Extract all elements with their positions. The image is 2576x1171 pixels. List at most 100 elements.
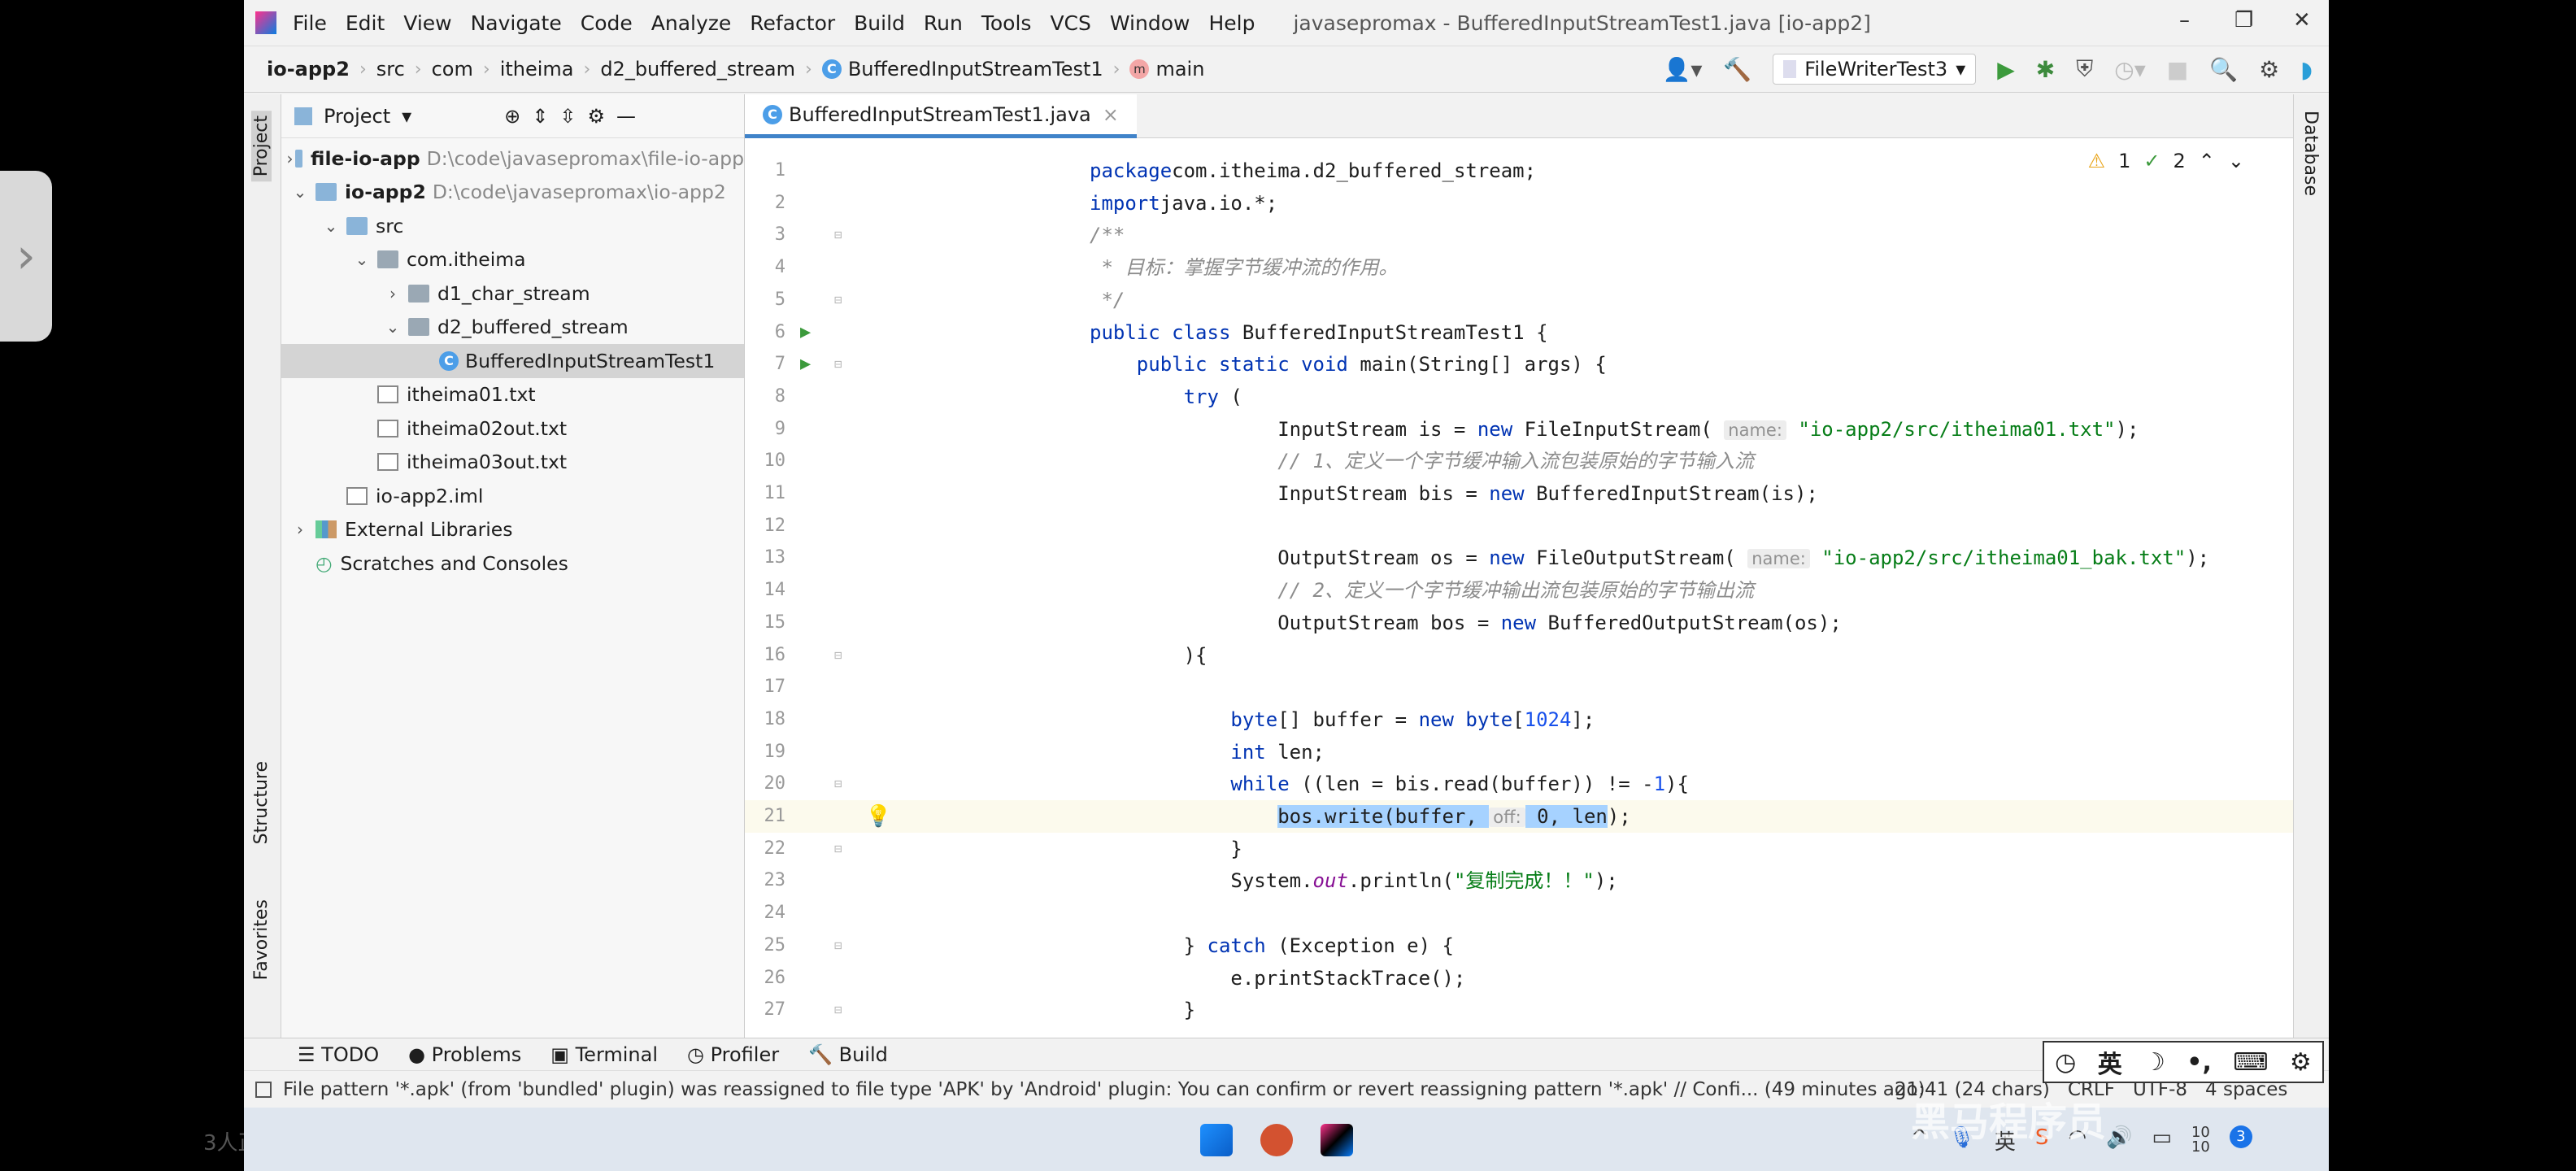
tree-item[interactable]: itheima03out.txt [281,446,744,480]
tree-item[interactable]: itheima02out.txt [281,411,744,446]
menu-help[interactable]: Help [1208,11,1255,35]
tree-item[interactable]: › External Libraries [281,513,744,547]
ime-logo-icon[interactable]: ◷ [2055,1048,2076,1077]
lightbulb-icon[interactable]: 💡 [865,800,891,833]
code-line[interactable]: 8 try ( [745,381,2293,413]
clock[interactable]: 10 10 [2191,1125,2210,1156]
menu-navigate[interactable]: Navigate [471,11,562,35]
breadcrumb-item[interactable]: d2_buffered_stream [600,58,795,81]
tool-problems[interactable]: ● Problems [408,1043,521,1066]
restore-button[interactable]: ❐ [2234,8,2253,33]
profile-icon[interactable]: ◷▾ [2114,56,2146,83]
code-line[interactable]: 3 ⊟ /** [745,219,2293,251]
inspection-widget[interactable]: ⚠ 1 ✓ 2 ⌃ ⌄ [2088,150,2244,172]
battery-icon[interactable]: ▭ [2152,1125,2172,1156]
run-gutter-icon[interactable]: ▶ [800,348,811,381]
fold-marker-icon[interactable]: ⊟ [834,994,842,1026]
ime-punct-icon[interactable]: •, [2187,1048,2212,1077]
minimize-button[interactable]: – [2179,8,2190,33]
run-gutter-icon[interactable]: ▶ [800,316,811,349]
side-pull-tab[interactable]: › [0,171,52,342]
menu-tools[interactable]: Tools [981,11,1032,35]
code-line[interactable]: 18 byte[] buffer = new byte[1024]; [745,703,2293,736]
tree-item[interactable]: ⌄ com.itheima [281,243,744,277]
fold-marker-icon[interactable]: ⊟ [834,284,842,316]
code-line[interactable]: 22 ⊟ } [745,833,2293,865]
run-icon[interactable]: ▶ [1997,56,2015,83]
structure-tool-tab[interactable]: Structure [251,761,272,844]
code-line[interactable]: 13 OutputStream os = new FileOutputStrea… [745,542,2293,574]
code-line[interactable]: 20 ⊟ while ((len = bis.read(buffer)) != -… [745,768,2293,800]
code-line[interactable]: 6 ▶ public class BufferedInputStreamTest1 … [745,316,2293,349]
fold-marker-icon[interactable]: ⊟ [834,348,842,381]
gear-icon[interactable]: ⚙ [588,105,606,128]
prev-highlight-icon[interactable]: ⌃ [2199,150,2215,172]
code-line[interactable]: 2 importjava.io.*; [745,187,2293,220]
tree-item[interactable]: ◴ Scratches and Consoles [281,546,744,581]
menu-build[interactable]: Build [854,11,905,35]
fold-marker-icon[interactable]: ⊟ [834,833,842,865]
code-line[interactable]: 15 OutputStream bos = new BufferedOutput… [745,607,2293,639]
tool-terminal[interactable]: ▣ Terminal [550,1043,658,1066]
code-line[interactable]: 16 ⊟ ){ [745,639,2293,672]
status-message[interactable]: File pattern '*.apk' (from 'bundled' plu… [283,1079,1925,1100]
code-line[interactable]: 9 InputStream is = new FileInputStream( … [745,413,2293,446]
ime-keyboard-icon[interactable]: ⌨ [2233,1048,2268,1077]
gear-icon[interactable]: ⚙ [2259,56,2279,83]
tree-item[interactable]: io-app2.iml [281,479,744,513]
code-line[interactable]: 7 ▶ ⊟ public static void main(String[] arg… [745,348,2293,381]
tree-item[interactable]: itheima01.txt [281,378,744,412]
menu-window[interactable]: Window [1110,11,1190,35]
expand-all-icon[interactable]: ⇕ [532,105,548,128]
code-line[interactable]: 12 [745,510,2293,542]
powerpoint-icon[interactable] [1260,1124,1293,1156]
menu-edit[interactable]: Edit [346,11,385,35]
breadcrumb-item[interactable]: com [432,58,473,81]
user-icon[interactable]: 👤▾ [1662,56,1702,83]
breadcrumb-item[interactable]: src [376,58,405,81]
tree-item[interactable]: ⌄ d2_buffered_stream [281,311,744,345]
expand-arrow-icon[interactable]: › [377,284,408,303]
breadcrumb-item[interactable]: m main [1129,58,1204,81]
fold-marker-icon[interactable]: ⊟ [834,219,842,251]
tool-build[interactable]: 🔨 Build [808,1043,888,1066]
ime-moon-icon[interactable]: ☽ [2143,1048,2165,1077]
code-line[interactable]: 25 ⊟ } catch (Exception e) { [745,929,2293,962]
close-tab-icon[interactable]: × [1103,103,1119,126]
stop-icon[interactable]: ■ [2167,56,2188,83]
toolbox-icon[interactable]: ◗ [2300,56,2313,83]
expand-arrow-icon[interactable]: ⌄ [377,317,408,337]
code-line[interactable]: 14 // 2、定义一个字节缓冲输出流包装原始的字节输出流 [745,574,2293,607]
code-line[interactable]: 26 e.printStackTrace(); [745,962,2293,995]
debug-icon[interactable]: ✱ [2036,56,2055,83]
tree-item[interactable]: ⌄ src [281,209,744,243]
expand-arrow-icon[interactable]: › [285,149,295,168]
collapse-all-icon[interactable]: ⇳ [559,105,576,128]
tree-item[interactable]: C BufferedInputStreamTest1 [281,344,744,378]
code-line[interactable]: 5 ⊟ */ [745,284,2293,316]
code-line[interactable]: 1 packagecom.itheima.d2_buffered_stream; [745,155,2293,187]
volume-icon[interactable]: 🔊 [2106,1125,2132,1156]
menu-refactor[interactable]: Refactor [750,11,835,35]
menu-file[interactable]: File [293,11,327,35]
hide-icon[interactable]: — [616,105,636,128]
windows-start-icon[interactable] [1200,1124,1233,1156]
breadcrumb-item[interactable]: io-app2 [267,58,350,81]
close-button[interactable]: ✕ [2293,8,2311,33]
fold-marker-icon[interactable]: ⊟ [834,639,842,672]
tree-item[interactable]: ⌄ io-app2 D:\code\javasepromax\io-app2 [281,176,744,210]
code-line[interactable]: 27 ⊟ } [745,994,2293,1026]
build-hammer-icon[interactable]: 🔨 [1723,56,1751,83]
fold-marker-icon[interactable]: ⊟ [834,768,842,800]
code-line[interactable]: 23 System.out.println("复制完成！！"); [745,864,2293,897]
coverage-icon[interactable]: ⛨ [2076,55,2093,83]
tool-profiler[interactable]: ◷ Profiler [687,1043,779,1066]
locate-icon[interactable]: ⊕ [504,105,520,128]
ime-settings-icon[interactable]: ⚙ [2290,1048,2312,1077]
expand-arrow-icon[interactable]: ⌄ [346,250,377,269]
code-line[interactable]: 4 * 目标：掌握字节缓冲流的作用。 [745,251,2293,284]
menu-vcs[interactable]: VCS [1050,11,1090,35]
code-line[interactable]: 17 [745,671,2293,703]
notification-badge[interactable]: 3 [2229,1125,2252,1148]
expand-arrow-icon[interactable]: ⌄ [315,216,346,236]
